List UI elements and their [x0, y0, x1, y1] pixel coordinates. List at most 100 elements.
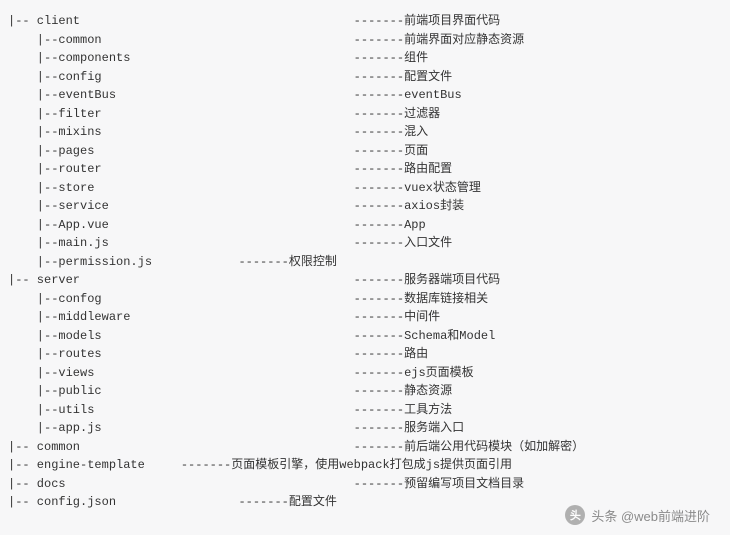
- tree-item-desc: 静态资源: [404, 382, 452, 401]
- tree-row: |--config -------配置文件: [8, 68, 722, 87]
- tree-item-name: |--components: [8, 49, 130, 68]
- tree-item-desc: 页面模板引擎，使用webpack打包成js提供页面引用: [231, 456, 512, 475]
- tree-item-desc: 组件: [404, 49, 428, 68]
- tree-item-desc: eventBus: [404, 86, 462, 105]
- tree-item-separator: -------: [102, 68, 404, 87]
- watermark-label: 头条 @web前端进阶: [591, 506, 710, 525]
- tree-item-desc: 前后端公用代码模块（如加解密）: [404, 438, 584, 457]
- tree-row: |-- server -------服务器端项目代码: [8, 271, 722, 290]
- tree-item-desc: App: [404, 216, 426, 235]
- tree-item-separator: -------: [94, 364, 404, 383]
- tree-item-name: |--router: [8, 160, 102, 179]
- tree-item-name: |--main.js: [8, 234, 109, 253]
- tree-item-name: |--eventBus: [8, 86, 116, 105]
- tree-item-desc: 过滤器: [404, 105, 440, 124]
- tree-row: |--public -------静态资源: [8, 382, 722, 401]
- tree-item-separator: -------: [80, 271, 404, 290]
- tree-item-separator: -------: [94, 142, 404, 161]
- tree-item-name: |--app.js: [8, 419, 102, 438]
- tree-item-desc: 入口文件: [404, 234, 452, 253]
- tree-item-name: |--config: [8, 68, 102, 87]
- tree-row: |--main.js -------入口文件: [8, 234, 722, 253]
- tree-item-desc: 前端项目界面代码: [404, 12, 500, 31]
- tree-item-desc: 配置文件: [289, 493, 337, 512]
- tree-item-name: |--models: [8, 327, 102, 346]
- toutiao-icon: 头: [565, 505, 585, 525]
- tree-item-separator: -------: [94, 179, 404, 198]
- tree-item-desc: 路由: [404, 345, 428, 364]
- tree-item-separator: -------: [130, 308, 404, 327]
- tree-item-separator: -------: [102, 327, 404, 346]
- tree-item-name: |-- common: [8, 438, 80, 457]
- tree-row: |--models -------Schema和Model: [8, 327, 722, 346]
- tree-item-desc: Schema和Model: [404, 327, 495, 346]
- tree-item-separator: -------: [80, 12, 404, 31]
- tree-row: |--permission.js -------权限控制: [8, 253, 722, 272]
- tree-row: |--router -------路由配置: [8, 160, 722, 179]
- tree-item-separator: -------: [102, 160, 404, 179]
- tree-item-desc: vuex状态管理: [404, 179, 481, 198]
- tree-row: |-- client -------前端项目界面代码: [8, 12, 722, 31]
- tree-row: |--eventBus -------eventBus: [8, 86, 722, 105]
- tree-item-name: |--service: [8, 197, 109, 216]
- tree-item-name: |--middleware: [8, 308, 130, 327]
- tree-item-separator: -------: [102, 123, 404, 142]
- tree-item-separator: -------: [102, 105, 404, 124]
- tree-row: |-- docs -------预留编写项目文档目录: [8, 475, 722, 494]
- tree-item-separator: -------: [102, 31, 404, 50]
- tree-item-name: |-- engine-template: [8, 456, 145, 475]
- tree-item-name: |-- client: [8, 12, 80, 31]
- tree-item-separator: -------: [102, 382, 404, 401]
- tree-item-desc: 混入: [404, 123, 428, 142]
- tree-item-name: |--pages: [8, 142, 94, 161]
- tree-item-separator: -------: [102, 290, 404, 309]
- tree-item-separator: -------: [152, 253, 289, 272]
- tree-item-separator: -------: [80, 438, 404, 457]
- tree-item-separator: -------: [94, 401, 404, 420]
- tree-item-desc: 工具方法: [404, 401, 452, 420]
- tree-item-separator: -------: [109, 216, 404, 235]
- tree-item-name: |--confog: [8, 290, 102, 309]
- tree-item-name: |-- server: [8, 271, 80, 290]
- tree-item-desc: ejs页面模板: [404, 364, 474, 383]
- tree-row: |-- engine-template -------页面模板引擎，使用webp…: [8, 456, 722, 475]
- tree-item-name: |--utils: [8, 401, 94, 420]
- tree-item-name: |-- config.json: [8, 493, 116, 512]
- tree-item-separator: -------: [130, 49, 404, 68]
- tree-row: |--App.vue -------App: [8, 216, 722, 235]
- tree-item-separator: -------: [102, 419, 404, 438]
- tree-row: |--filter -------过滤器: [8, 105, 722, 124]
- tree-item-separator: -------: [102, 345, 404, 364]
- tree-row: |-- common -------前后端公用代码模块（如加解密）: [8, 438, 722, 457]
- tree-item-name: |--App.vue: [8, 216, 109, 235]
- tree-row: |--components -------组件: [8, 49, 722, 68]
- tree-row: |--views -------ejs页面模板: [8, 364, 722, 383]
- tree-item-desc: 配置文件: [404, 68, 452, 87]
- tree-row: |--service -------axios封装: [8, 197, 722, 216]
- tree-item-desc: 权限控制: [289, 253, 337, 272]
- tree-item-desc: 中间件: [404, 308, 440, 327]
- tree-item-separator: -------: [116, 86, 404, 105]
- tree-row: |--routes -------路由: [8, 345, 722, 364]
- tree-row: |--app.js -------服务端入口: [8, 419, 722, 438]
- tree-row: |--middleware -------中间件: [8, 308, 722, 327]
- tree-item-separator: -------: [145, 456, 231, 475]
- tree-item-name: |--store: [8, 179, 94, 198]
- tree-item-separator: -------: [66, 475, 404, 494]
- tree-item-desc: axios封装: [404, 197, 464, 216]
- tree-item-name: |--common: [8, 31, 102, 50]
- tree-item-desc: 预留编写项目文档目录: [404, 475, 524, 494]
- tree-item-name: |--views: [8, 364, 94, 383]
- tree-item-name: |--filter: [8, 105, 102, 124]
- tree-item-desc: 页面: [404, 142, 428, 161]
- tree-item-name: |-- docs: [8, 475, 66, 494]
- tree-item-name: |--public: [8, 382, 102, 401]
- tree-item-desc: 服务端入口: [404, 419, 464, 438]
- watermark: 头 头条 @web前端进阶: [565, 505, 710, 525]
- tree-item-name: |--permission.js: [8, 253, 152, 272]
- tree-item-desc: 路由配置: [404, 160, 452, 179]
- tree-item-desc: 前端界面对应静态资源: [404, 31, 524, 50]
- tree-item-desc: 服务器端项目代码: [404, 271, 500, 290]
- tree-row: |--pages -------页面: [8, 142, 722, 161]
- tree-item-desc: 数据库链接相关: [404, 290, 488, 309]
